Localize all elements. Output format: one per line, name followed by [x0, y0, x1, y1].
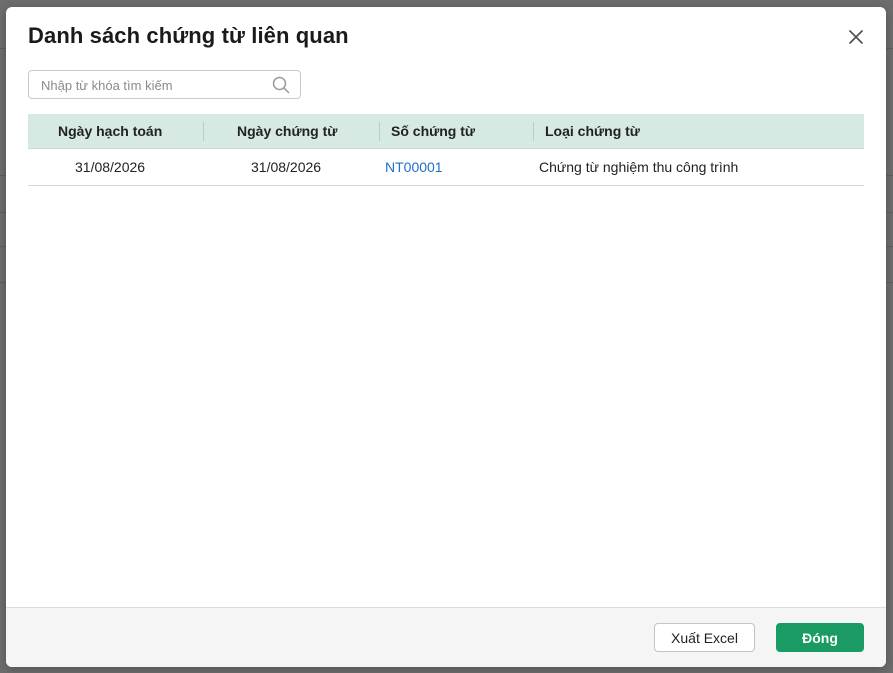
- cell-document-date: 31/08/2026: [251, 159, 322, 175]
- table-row[interactable]: 31/08/2026 31/08/2026 NT00001 Chứng từ n…: [28, 149, 864, 186]
- column-divider[interactable]: [203, 122, 204, 141]
- search-input[interactable]: [41, 75, 261, 95]
- close-dialog-button[interactable]: [844, 25, 868, 49]
- dialog-footer: Xuất Excel Đóng: [6, 607, 886, 667]
- documents-table: Ngày hạch toán Ngày chứng từ Số chứng từ…: [28, 114, 864, 186]
- cell-posting-date: 31/08/2026: [75, 159, 146, 175]
- column-divider[interactable]: [533, 122, 534, 141]
- search-icon[interactable]: [272, 76, 290, 94]
- search-box: [28, 70, 301, 99]
- related-documents-dialog: Danh sách chứng từ liên quan Ngày hạch t…: [6, 7, 886, 667]
- export-excel-button[interactable]: Xuất Excel: [654, 623, 755, 652]
- table-header: Ngày hạch toán Ngày chứng từ Số chứng từ…: [28, 114, 864, 149]
- column-header-document-type[interactable]: Loại chứng từ: [545, 114, 640, 148]
- dialog-title: Danh sách chứng từ liên quan: [28, 23, 349, 48]
- column-header-document-date[interactable]: Ngày chứng từ: [237, 114, 337, 148]
- close-icon: [849, 30, 863, 44]
- column-header-document-number[interactable]: Số chứng từ: [391, 114, 475, 148]
- document-number-link[interactable]: NT00001: [385, 149, 443, 185]
- cell-document-type: Chứng từ nghiệm thu công trình: [539, 159, 739, 175]
- column-header-posting-date[interactable]: Ngày hạch toán: [58, 114, 162, 148]
- column-divider[interactable]: [379, 122, 380, 141]
- close-button[interactable]: Đóng: [776, 623, 864, 652]
